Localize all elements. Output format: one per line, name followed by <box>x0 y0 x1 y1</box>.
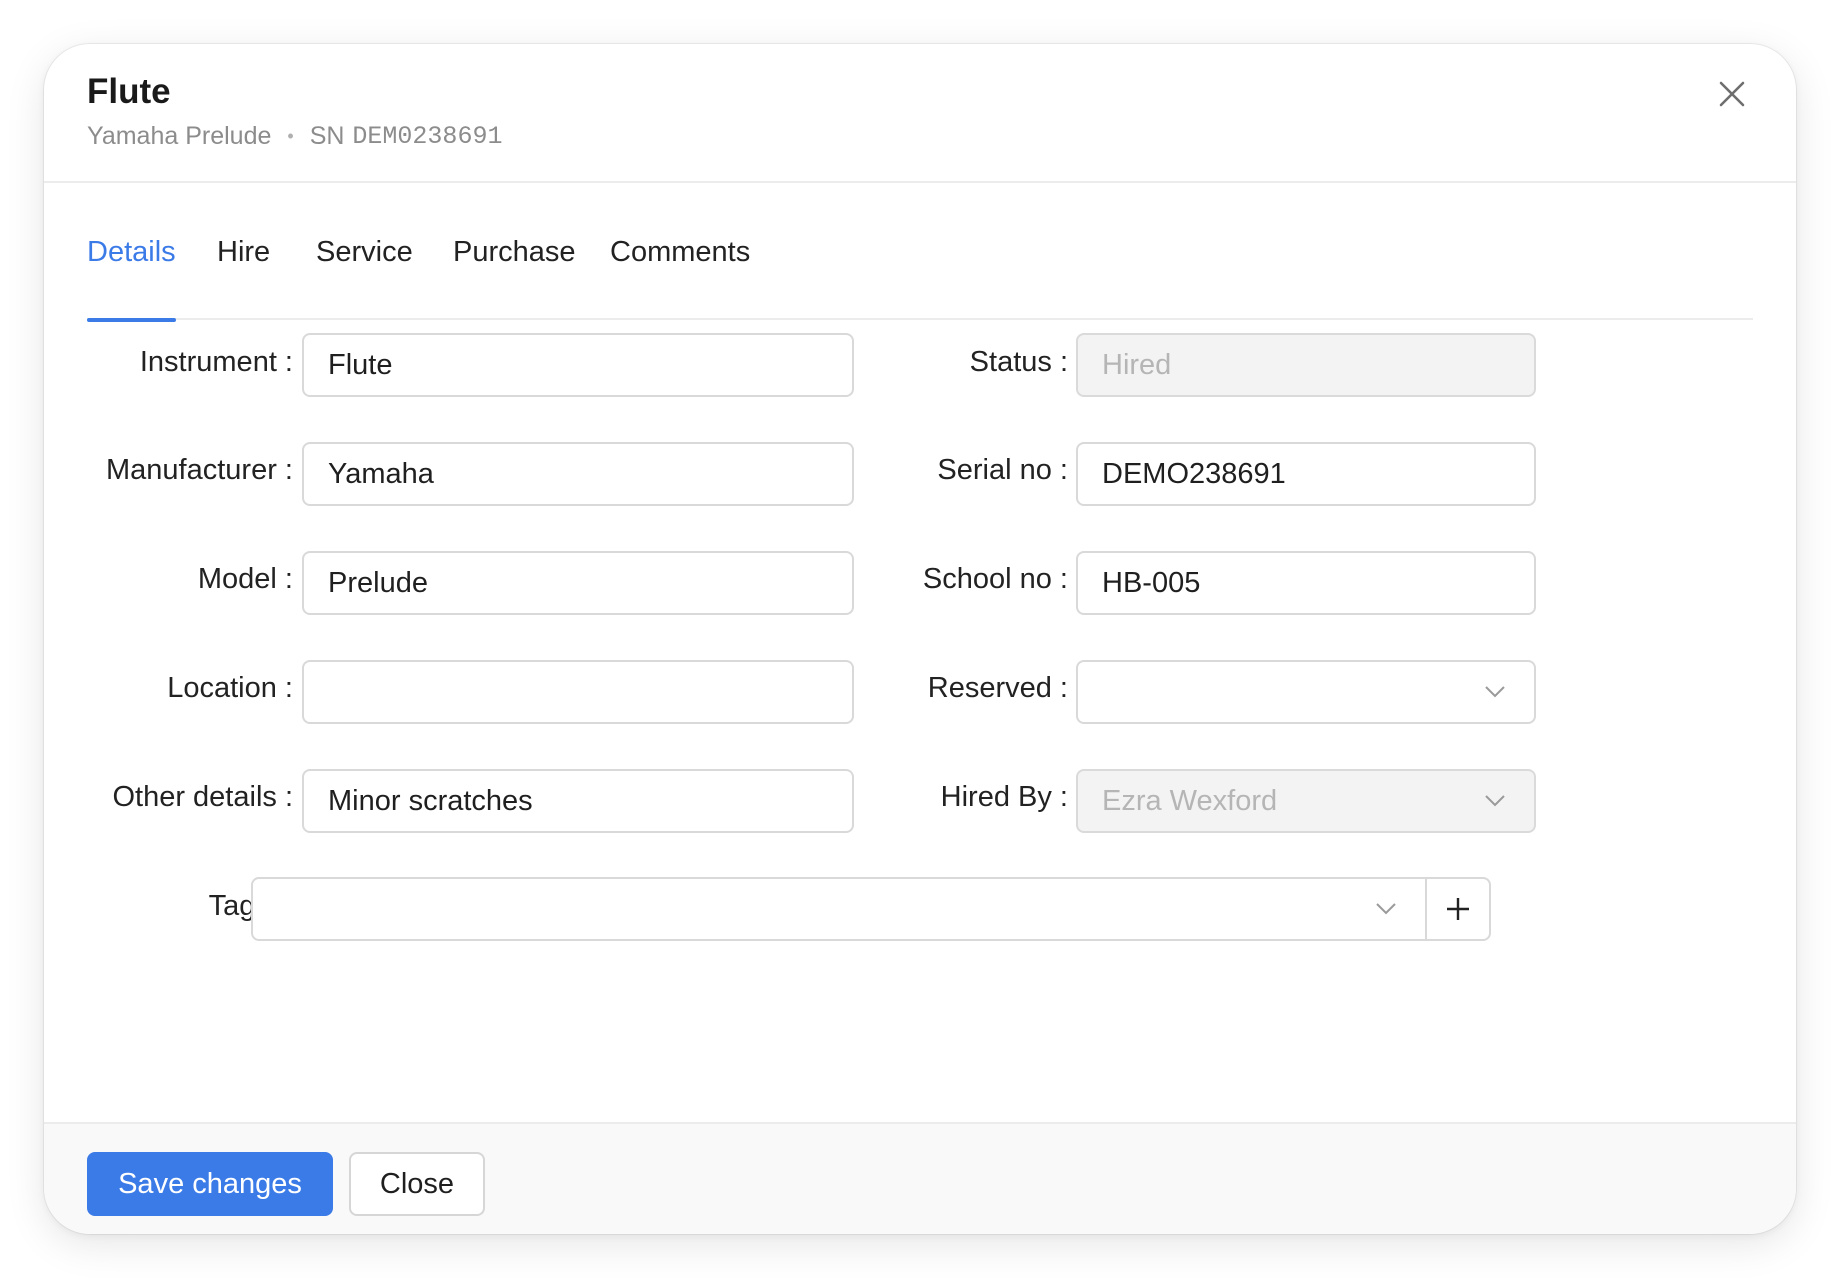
subtitle-instrument: Yamaha Prelude <box>87 122 272 150</box>
other-details-label: Other details : <box>112 781 293 813</box>
reserved-label: Reserved : <box>927 672 1068 704</box>
tab-bar: Details Hire Service Purchase Comments <box>87 184 1753 322</box>
tab-purchase[interactable]: Purchase <box>453 184 576 320</box>
dialog-subtitle: Yamaha Prelude • SN DEM0238691 <box>87 122 502 151</box>
hired-by-value: Ezra Wexford <box>1102 784 1278 817</box>
manufacturer-label: Manufacturer : <box>106 454 293 486</box>
instrument-label: Instrument : <box>139 346 293 378</box>
instrument-input[interactable]: Flute <box>302 333 854 397</box>
close-button[interactable]: Close <box>349 1152 485 1216</box>
manufacturer-input[interactable]: Yamaha <box>302 442 854 506</box>
subtitle-sn-prefix: SN <box>309 122 345 150</box>
school-no-label: School no : <box>922 563 1068 595</box>
hired-by-select: Ezra Wexford <box>1076 769 1536 833</box>
tab-service[interactable]: Service <box>316 184 413 320</box>
instrument-dialog: Flute Yamaha Prelude • SN DEM0238691 Det… <box>44 44 1796 1234</box>
location-input[interactable] <box>302 660 854 724</box>
plus-icon <box>1447 898 1469 920</box>
model-label: Model : <box>197 563 293 595</box>
close-icon[interactable] <box>1714 76 1750 112</box>
location-label: Location : <box>167 672 293 704</box>
chevron-down-icon <box>1485 686 1505 698</box>
separator-dot: • <box>287 126 294 146</box>
chevron-down-icon <box>1485 795 1505 807</box>
serial-no-label: Serial no : <box>937 454 1068 486</box>
dialog-footer: Save changes Close <box>44 1122 1796 1234</box>
reserved-select[interactable] <box>1076 660 1536 724</box>
model-input[interactable]: Prelude <box>302 551 854 615</box>
school-no-input[interactable]: HB-005 <box>1076 551 1536 615</box>
tab-details[interactable]: Details <box>87 184 176 322</box>
hired-by-label: Hired By : <box>940 781 1068 813</box>
save-changes-button[interactable]: Save changes <box>87 1152 333 1216</box>
tab-hire[interactable]: Hire <box>217 184 270 320</box>
status-input: Hired <box>1076 333 1536 397</box>
serial-no-input[interactable]: DEMO238691 <box>1076 442 1536 506</box>
chevron-down-icon <box>1376 903 1396 915</box>
status-label: Status : <box>969 346 1068 378</box>
subtitle-serial: DEM0238691 <box>352 122 503 151</box>
dialog-header: Flute Yamaha Prelude • SN DEM0238691 <box>44 44 1796 183</box>
add-tag-button[interactable] <box>1425 879 1489 939</box>
tab-comments[interactable]: Comments <box>610 184 750 320</box>
tags-select[interactable] <box>251 877 1491 941</box>
dialog-title: Flute <box>87 72 171 111</box>
other-details-input[interactable]: Minor scratches <box>302 769 854 833</box>
